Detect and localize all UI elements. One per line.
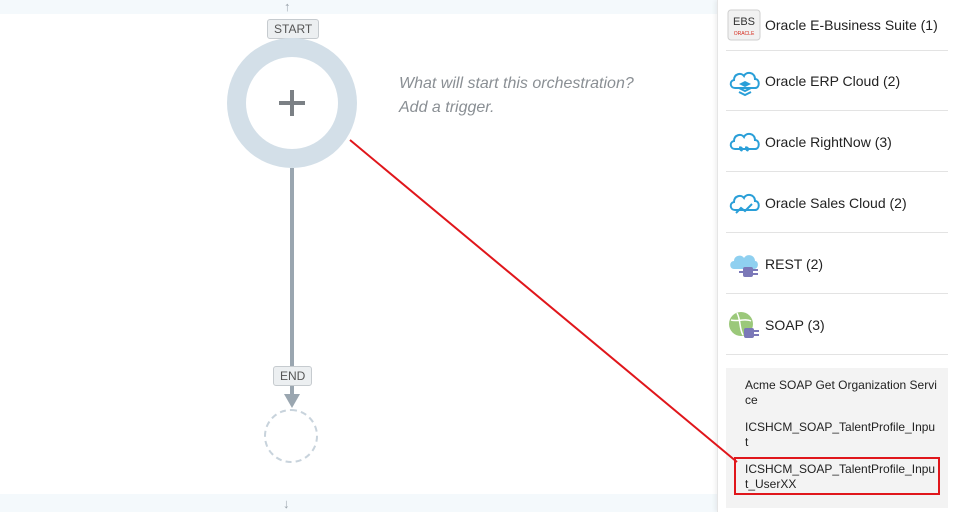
drag-annotation-line: [349, 139, 738, 463]
red-connector-line: [349, 139, 738, 463]
